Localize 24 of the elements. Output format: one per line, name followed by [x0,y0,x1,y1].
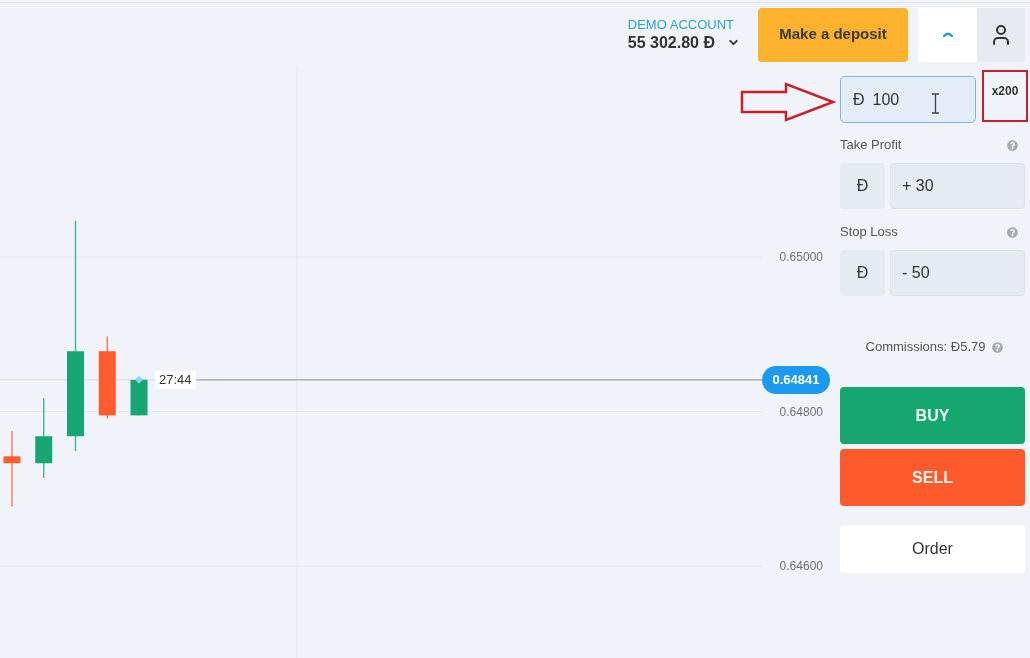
amount-field[interactable]: Đ 100 [840,76,976,123]
order-button[interactable]: Order [840,525,1025,573]
currency-selector[interactable]: Đ [840,250,885,296]
help-icon[interactable] [1007,139,1018,151]
help-icon[interactable] [992,341,1004,353]
leverage-label[interactable]: x200 [982,70,1028,122]
axis-label: 0.65000 [779,250,823,264]
text-cursor-icon [931,93,940,114]
help-icon[interactable] [1007,226,1018,238]
input-field[interactable]: - 50 [890,250,1025,296]
account-type-label: DEMO ACCOUNT [627,16,735,33]
spinner-icon [942,32,953,37]
timer-label: 27:44 [155,370,196,389]
axis-label: 0.64600 [779,559,823,573]
price-badge: 0.64841 [762,365,830,394]
axis-label: 0.64800 [779,404,823,419]
commissions-text: Commissions: Đ5.79 [865,338,986,357]
profile-button[interactable] [977,7,1025,62]
field-label: Stop Loss [840,223,898,242]
account-balance[interactable]: 55 302.80 Đ [627,32,715,53]
field-label: Take Profit [840,136,902,155]
deposit-button[interactable]: Make a deposit [758,7,908,62]
input-field[interactable]: + 30 [890,163,1025,209]
currency-selector[interactable]: Đ [840,163,885,209]
